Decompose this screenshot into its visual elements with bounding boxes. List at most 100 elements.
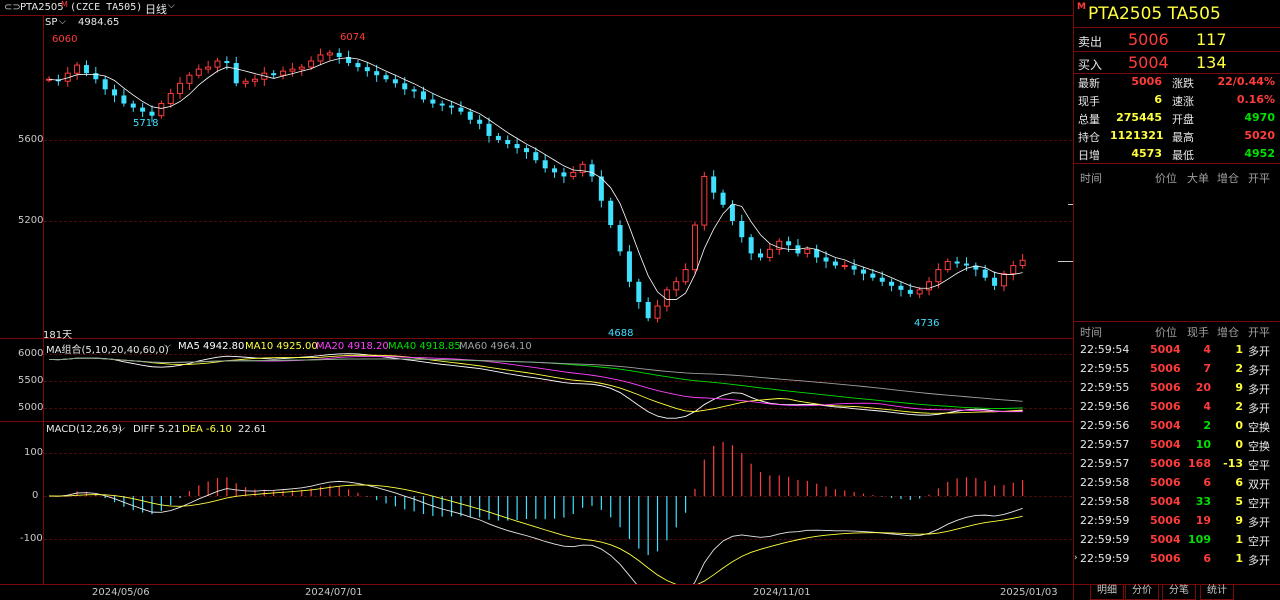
candle-body [383,75,389,80]
chevron-right-icon[interactable]: › [1074,553,1078,563]
candle-body [326,52,333,56]
candle-body [121,95,127,104]
candle-body [926,281,933,291]
tick-inc: 5 [1235,495,1243,508]
stat-value: 1121321 [1110,129,1164,142]
candle-body [195,68,202,76]
price-axis-5200: 5200 [18,215,44,226]
candle-body [355,63,361,68]
tab-stats[interactable]: 统计 [1200,584,1234,600]
tick-qty: 33 [1195,495,1211,508]
symbol-label[interactable]: PTA2505 [20,2,64,13]
tick-qty: 20 [1195,381,1211,394]
stat-label: 日增 [1078,149,1100,162]
big-order-header-cell: 价位 [1155,172,1177,185]
candle-body [673,281,680,291]
tab-detail[interactable]: 明细 [1090,584,1124,600]
candle-body [823,257,829,262]
candle-body [102,79,108,90]
tick-time: 22:59:59 [1080,514,1130,527]
tick-time: 22:59:59 [1080,552,1130,565]
ma-axis-5000: 5000 [18,402,44,413]
macd-chart[interactable] [44,422,1072,584]
candle-body [439,103,445,106]
candle-body [130,103,136,108]
ma-lines-chart[interactable] [44,339,1072,421]
date-label: 2024/05/06 [92,587,150,598]
candle-body [992,277,998,286]
candle-body [691,224,698,271]
candle-body [552,168,558,173]
tick-time: 22:59:58 [1080,495,1130,508]
stat-value: 5006 [1131,75,1162,88]
candle-body [514,144,520,149]
symbol-flag: M [61,0,68,9]
panel-sep-3 [0,584,1073,585]
candle-body [841,265,848,268]
candle-body [392,79,398,84]
stat-label: 总量 [1078,113,1100,126]
candle-body [954,261,960,264]
candlestick-chart[interactable] [44,16,1072,338]
tick-inc: 0 [1235,419,1243,432]
candle-body [177,82,184,94]
candle-body [458,107,464,112]
stat-label: 现手 [1078,95,1100,108]
big-order-header-cell: 时间 [1080,172,1102,185]
tick-price: 5004 [1150,343,1181,356]
stat-value: 4573 [1131,147,1162,160]
tick-inc: 9 [1235,514,1243,527]
candle-body [879,277,885,282]
candle-body [140,107,146,112]
tick-header-cell: 现手 [1187,326,1209,339]
tick-time: 22:59:55 [1080,381,1130,394]
candle-body [224,61,230,64]
candle-body [271,73,277,76]
tick-qty: 6 [1203,476,1211,489]
tick-price: 5004 [1150,438,1181,451]
candle-body [74,64,81,74]
tick-price: 5006 [1150,457,1181,470]
tick-type: 空换 [1248,440,1270,453]
big-order-header-cell: 开平 [1248,172,1270,185]
tab-price-dist[interactable]: 分价 [1125,584,1159,600]
candle-body [1010,265,1017,275]
chevron-down-icon[interactable]: ⌵ [168,1,175,11]
tick-qty: 10 [1195,438,1211,451]
glasses-icon[interactable]: ⊂⊃ [4,2,21,13]
candle-body [626,251,632,282]
tick-header-cell: 价位 [1155,326,1177,339]
candle-body [561,172,567,177]
candle-body [636,281,642,302]
sell-price: 5006 [1128,30,1169,49]
tab-tick[interactable]: 分笔 [1162,584,1196,600]
buy-qty: 134 [1196,53,1227,72]
candle-body [608,200,614,226]
market-flag: M [1077,2,1086,12]
candle-body [804,248,811,254]
rp-sep [1074,321,1280,322]
stat-label: 速涨 [1172,95,1194,108]
candle-body [898,285,904,290]
candle-body [786,241,792,246]
macd-axis-m100: -100 [20,533,43,544]
candle-body [467,111,473,120]
candle-body [149,111,155,116]
stat-value: 22/0.44% [1217,75,1276,88]
rp-sep [1074,27,1280,28]
candle-body [720,192,726,205]
tick-inc: 6 [1235,476,1243,489]
tick-inc: 0 [1235,438,1243,451]
tick-type: 空平 [1248,459,1270,472]
exchange-code: (CZCE TA505) [70,2,143,13]
tick-time: 22:59:54 [1080,343,1130,356]
tick-qty: 4 [1203,343,1211,356]
tick-type: 多开 [1248,402,1270,415]
candle-body [289,68,296,72]
candle-body [505,140,511,145]
tick-header-cell: 增仓 [1217,326,1239,339]
main-ma-line [48,57,1023,300]
stat-value: 6 [1154,93,1162,106]
stat-value: 4970 [1244,111,1275,124]
candle-body [251,78,258,82]
